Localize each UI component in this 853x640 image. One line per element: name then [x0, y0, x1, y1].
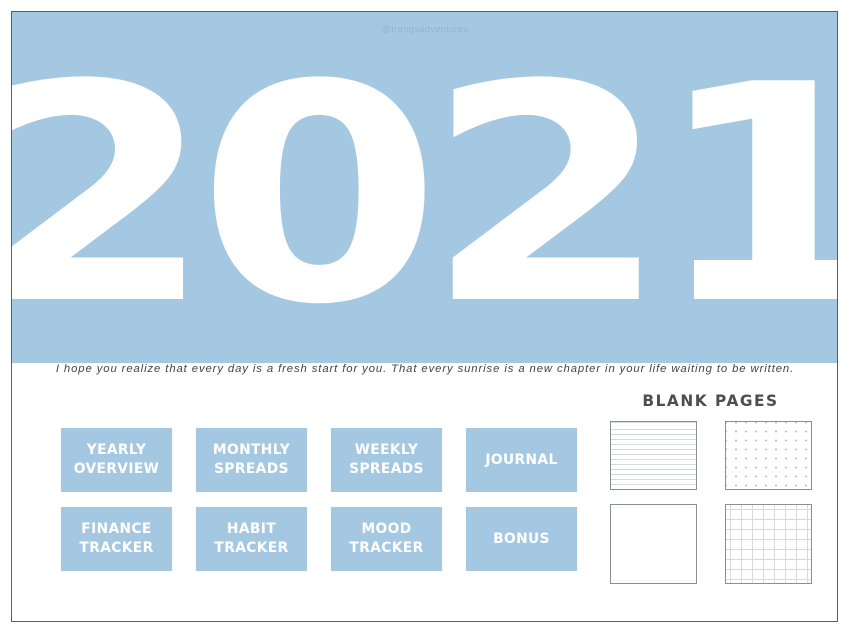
blank-page-thumb-plain[interactable] [610, 504, 697, 584]
nav-button-journal[interactable]: JOURNAL [465, 428, 578, 492]
section-nav-grid: YEARLY OVERVIEW MONTHLY SPREADS WEEKLY S… [58, 428, 580, 571]
nav-button-weekly-spreads[interactable]: WEEKLY SPREADS [330, 428, 443, 492]
year-title: 2021 [12, 20, 838, 363]
quote-text: I hope you realize that every day is a f… [55, 363, 795, 375]
blank-page-thumb-grid[interactable] [725, 504, 812, 584]
lower-content-area: YEARLY OVERVIEW MONTHLY SPREADS WEEKLY S… [12, 382, 838, 622]
planner-cover-page: @trangsadventures 2021 I hope you realiz… [0, 0, 853, 640]
hero-panel: @trangsadventures 2021 [12, 12, 838, 363]
nav-button-habit-tracker[interactable]: HABIT TRACKER [195, 507, 308, 571]
nav-button-bonus[interactable]: BONUS [465, 507, 578, 571]
nav-button-monthly-spreads[interactable]: MONTHLY SPREADS [195, 428, 308, 492]
quote-strip: I hope you realize that every day is a f… [12, 358, 838, 380]
blank-pages-section: BLANK PAGES [600, 382, 838, 622]
nav-button-yearly-overview[interactable]: YEARLY OVERVIEW [60, 428, 173, 492]
nav-button-finance-tracker[interactable]: FINANCE TRACKER [60, 507, 173, 571]
nav-button-mood-tracker[interactable]: MOOD TRACKER [330, 507, 443, 571]
blank-pages-heading: BLANK PAGES [642, 391, 779, 410]
blank-page-thumb-dotted[interactable] [725, 421, 812, 490]
blank-pages-thumbnail-grid [610, 421, 812, 584]
blank-page-thumb-lined[interactable] [610, 421, 697, 490]
